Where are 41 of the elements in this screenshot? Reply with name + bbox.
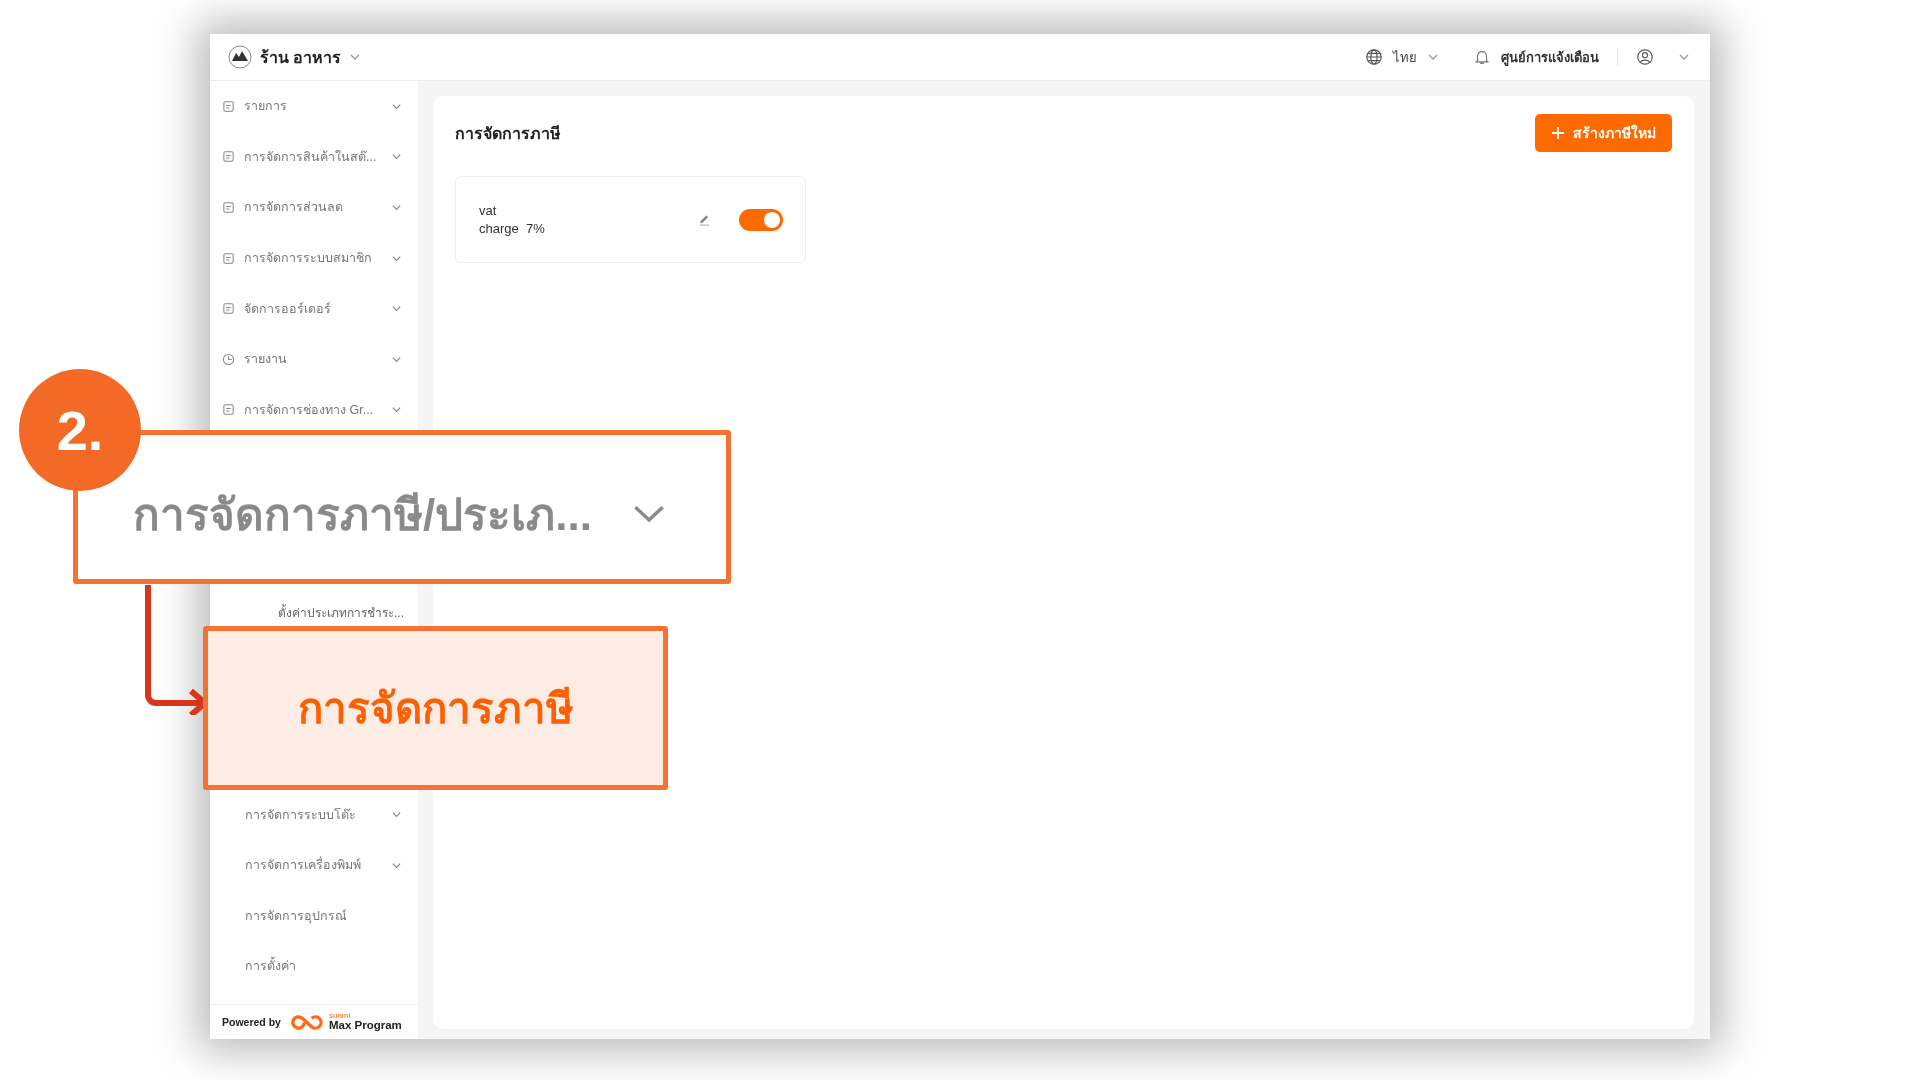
sidebar-item[interactable]: การจัดการระบบสมาชิก [210,232,418,284]
sidebar-item[interactable]: รายการ [210,81,418,132]
tax-rate: charge 7% [479,221,546,236]
store-logo-icon [228,45,252,69]
sidebar-item[interactable]: การจัดการระบบโต๊ะ [210,789,418,840]
language-selector[interactable]: ไทย [1393,46,1417,68]
brand-tagline: sunmi [328,1012,352,1021]
menu-icon [222,403,235,417]
tax-menu-label: การจัดการภาษี [297,684,574,734]
user-avatar-icon[interactable] [1636,48,1654,66]
menu-icon [222,302,235,316]
globe-icon[interactable] [1365,48,1383,66]
brand-name: Max Program [328,1020,402,1032]
create-tax-button[interactable]: สร้างภาษีใหม่ [1535,114,1672,152]
sidebar-item[interactable]: การตั้งค่า [210,941,418,992]
page-title: การจัดการภาษี [455,123,561,144]
sidebar-subitem[interactable]: ตั้งค่าประเภทการชำระ... [278,602,404,622]
notification-center-link[interactable]: ศูนย์การแจ้งเตือน [1501,46,1599,68]
menu-icon [222,99,235,113]
bell-icon[interactable] [1473,48,1491,66]
menu-icon [222,352,235,366]
chevron-down-icon [391,202,402,213]
tax-toggle[interactable] [739,208,783,231]
sidebar-item[interactable]: การจัดการอุปกรณ์ [210,890,418,942]
edit-icon[interactable] [698,213,711,226]
sidebar-item[interactable]: การจัดการเครื่องพิมพ์ [210,839,418,891]
tax-name: vat [479,203,498,218]
store-name[interactable]: ร้าน อาหาร [260,44,342,70]
chevron-down-icon [631,503,666,525]
menu-icon [222,150,235,164]
menu-icon [222,251,235,265]
menu-icon [222,201,235,214]
brand-logo-icon [290,1012,323,1032]
sidebar-item[interactable]: การจัดการส่วนลด [210,182,418,233]
step-badge: 2. [19,369,141,491]
sidebar-item[interactable]: การจัดการสินค้าในสต๊... [210,131,418,183]
sidebar-item[interactable]: จัดการออร์เดอร์ [210,283,418,334]
sidebar-item[interactable]: รายงาน [210,333,418,385]
powered-by-label: Powered by [222,1016,281,1028]
plus-icon [1551,126,1565,140]
zoomed-menu-label: การจัดการภาษี/ประเภ... [133,489,592,541]
